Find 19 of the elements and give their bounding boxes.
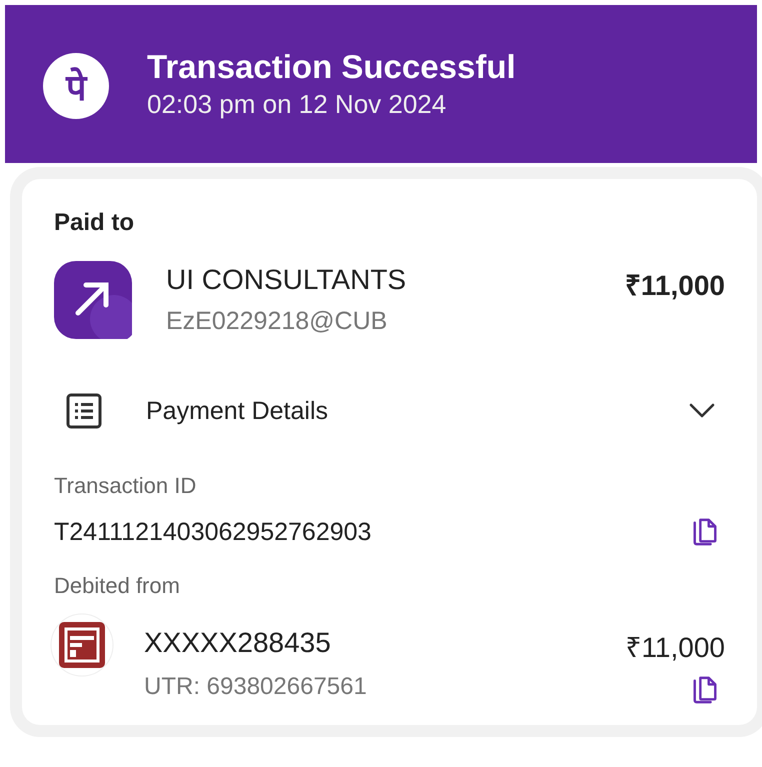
field-label: Debited from (54, 573, 181, 599)
section-label: Paid to (54, 209, 136, 237)
payee-name: UI CONSULTANTS (166, 263, 408, 297)
amount: ₹11,000 (624, 269, 725, 303)
copy-icon[interactable] (691, 517, 719, 547)
payment-details-toggle[interactable]: Payment Details (54, 393, 725, 429)
account-number: XXXXX288435 (144, 627, 332, 659)
chevron-icon (689, 403, 715, 419)
transaction-id: T2411121403062952762903 (54, 518, 372, 546)
field-label: Transaction ID (54, 473, 198, 499)
utr-number: UTR: 693802667561 (144, 673, 368, 701)
upi-id: EzE0229218@CUB (166, 307, 388, 336)
amount: ₹11,000 (625, 631, 725, 665)
copy-icon[interactable] (691, 675, 719, 705)
bank-icon (50, 613, 114, 677)
status-title: Transaction Successful (147, 47, 516, 87)
transaction-time: 02:03 pm on 12 Nov 2024 (147, 88, 448, 121)
list-icon (66, 393, 102, 429)
app-logo: पे (43, 53, 109, 119)
